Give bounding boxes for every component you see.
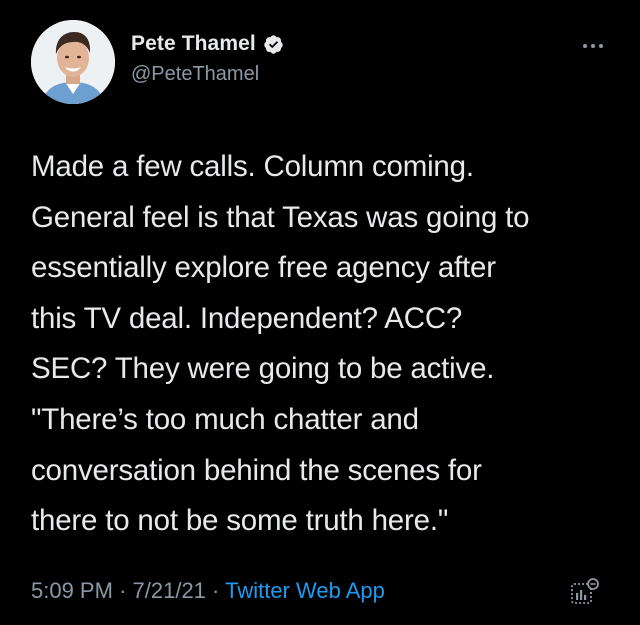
author-name-row: Pete Thamel [131, 32, 284, 56]
meta-separator: · [119, 578, 133, 603]
author-display-name[interactable]: Pete Thamel [131, 32, 256, 56]
meta-separator: · [212, 578, 226, 603]
avatar[interactable] [31, 20, 115, 104]
avatar-photo [31, 20, 115, 104]
more-options-icon[interactable] [582, 38, 604, 48]
tweet-card: Pete Thamel @PeteThamel Made a few calls… [0, 0, 640, 625]
tweet-time[interactable]: 5:09 PM [31, 578, 113, 603]
tweet-source-link[interactable]: Twitter Web App [225, 578, 385, 603]
tweet-analytics-icon[interactable] [570, 578, 600, 606]
tweet-date[interactable]: 7/21/21 [133, 578, 206, 603]
verified-badge-icon [263, 34, 284, 55]
author-handle[interactable]: @PeteThamel [131, 63, 259, 86]
tweet-meta: 5:09 PM · 7/21/21 · Twitter Web App [31, 578, 385, 604]
tweet-text: Made a few calls. Column coming. General… [31, 150, 530, 538]
